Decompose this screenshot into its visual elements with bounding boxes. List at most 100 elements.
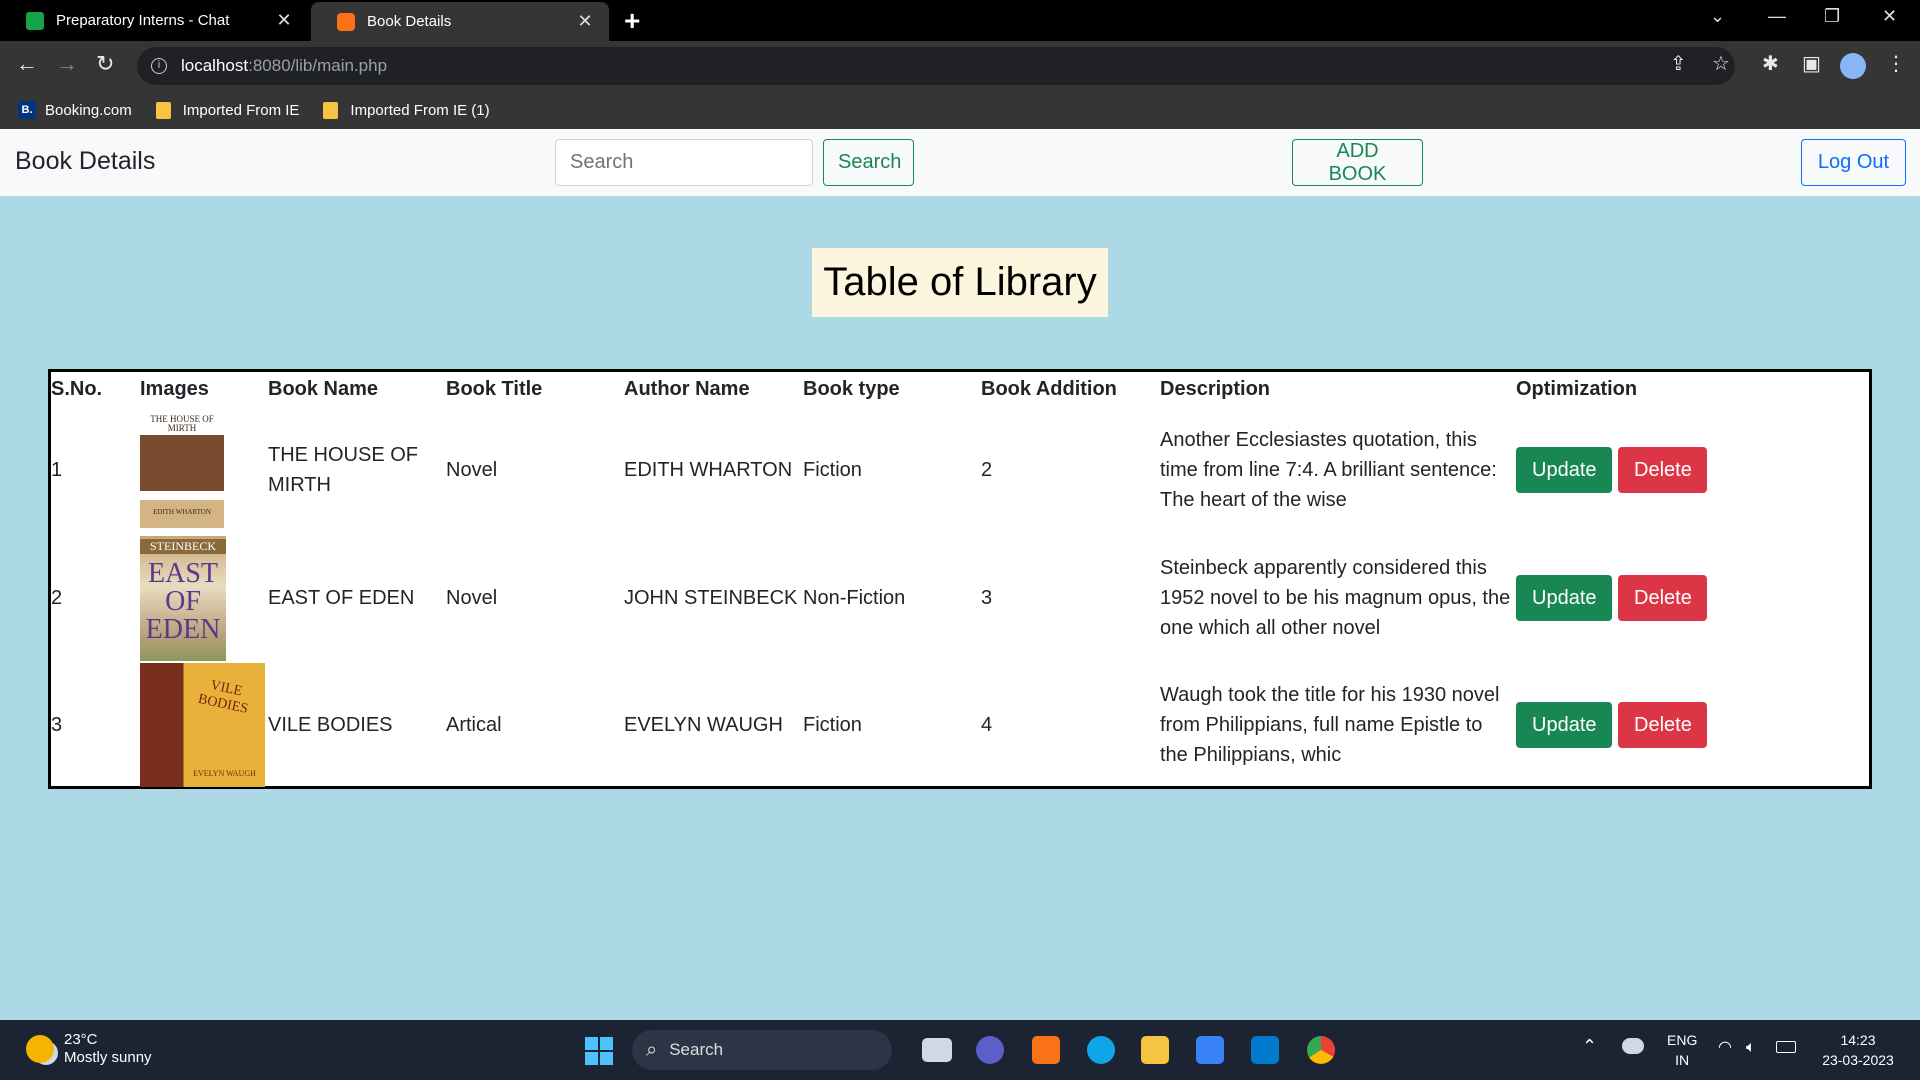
cover-author-text: EVELYN WAUGH: [193, 769, 256, 778]
language-indicator[interactable]: ENG IN: [1667, 1030, 1697, 1070]
tab-book-details[interactable]: Book Details ✕: [311, 2, 609, 41]
wifi-icon[interactable]: ◠: [1718, 1038, 1732, 1058]
table-row: 3 VILE BODIES EVELYN WAUGH VILE BODIES A…: [51, 662, 1869, 788]
add-book-button[interactable]: ADD BOOK: [1292, 139, 1423, 186]
weather-sun-icon: [26, 1035, 54, 1063]
extensions-puzzle-icon[interactable]: ✱: [1762, 51, 1779, 76]
url-bar[interactable]: i localhost:8080/lib/main.php: [137, 47, 1735, 85]
cover-author-text: EDITH WHARTON: [153, 507, 211, 516]
header-images: Images: [140, 377, 209, 400]
reload-icon[interactable]: ↻: [96, 51, 114, 77]
header-optimization: Optimization: [1516, 377, 1638, 400]
minimize-icon[interactable]: —: [1768, 6, 1786, 27]
cell-actions: Update Delete: [1516, 406, 1869, 534]
cell-author: JOHN STEINBECK: [624, 586, 798, 609]
update-button[interactable]: Update: [1516, 702, 1612, 748]
cell-actions: Update Delete: [1516, 534, 1869, 662]
back-arrow-icon[interactable]: ←: [16, 51, 38, 77]
onedrive-cloud-icon[interactable]: [1622, 1038, 1644, 1054]
cell-description: Another Ecclesiastes quotation, this tim…: [1160, 429, 1497, 511]
close-icon[interactable]: ✕: [274, 10, 294, 31]
cell-author: EDITH WHARTON: [624, 458, 793, 481]
cell-addition: 4: [981, 713, 993, 736]
tab-title: Book Details: [367, 13, 452, 30]
share-icon[interactable]: ⇪: [1670, 51, 1687, 76]
profile-avatar-icon[interactable]: [1840, 53, 1866, 79]
cell-book-title: Novel: [446, 586, 498, 609]
table-header-row: S.No. Images Book Name Book Title Author…: [51, 372, 1869, 406]
header-book-title: Book Title: [446, 377, 543, 400]
page-title: Table of Library: [812, 248, 1108, 317]
cell-type: Fiction: [803, 713, 862, 736]
cover-title-text: VILE BODIES: [196, 678, 250, 717]
weather-condition: Mostly sunny: [64, 1049, 152, 1066]
cover-title-text: THE HOUSE OF MIRTH: [150, 413, 214, 433]
mail-icon[interactable]: [1196, 1036, 1224, 1064]
chevron-up-icon[interactable]: ⌃: [1582, 1036, 1597, 1056]
table-row: 1 THE HOUSE OF MIRTH EDITH WHARTON THE H…: [51, 406, 1869, 534]
cell-author: EVELYN WAUGH: [624, 713, 783, 736]
address-toolbar: ← → ↻ i localhost:8080/lib/main.php ⇪ ☆ …: [0, 41, 1920, 91]
search-icon: ⌕: [646, 1038, 658, 1061]
region-code: IN: [1675, 1052, 1690, 1068]
close-window-icon[interactable]: ✕: [1882, 6, 1897, 27]
cell-book-name: THE HOUSE OF MIRTH: [268, 444, 419, 496]
close-icon[interactable]: ✕: [575, 11, 595, 32]
taskbar-search[interactable]: ⌕ Search: [632, 1030, 892, 1070]
header-book-name: Book Name: [268, 377, 379, 400]
update-button[interactable]: Update: [1516, 447, 1612, 493]
bookmark-booking[interactable]: B. Booking.com: [18, 101, 132, 119]
logout-button[interactable]: Log Out: [1801, 139, 1906, 186]
edge-icon[interactable]: [1087, 1036, 1115, 1064]
cell-type: Non-Fiction: [803, 586, 906, 609]
tab-title: Preparatory Interns - Chat: [56, 12, 230, 29]
chevron-down-icon[interactable]: ⌄: [1710, 6, 1725, 27]
header-description: Description: [1160, 378, 1271, 400]
cell-sno: 3: [51, 713, 63, 736]
cell-description: Waugh took the title for his 1930 novel …: [1160, 684, 1500, 766]
bookmark-star-icon[interactable]: ☆: [1712, 51, 1730, 76]
delete-button[interactable]: Delete: [1618, 702, 1707, 748]
clock-time: 14:23: [1840, 1032, 1876, 1048]
restore-icon[interactable]: ❐: [1824, 6, 1840, 27]
cell-book-name: EAST OF EDEN: [268, 586, 415, 609]
navbar-brand[interactable]: Book Details: [15, 147, 155, 176]
url-path: :8080/lib/main.php: [248, 56, 388, 75]
cell-book-name: VILE BODIES: [268, 713, 393, 736]
windows-taskbar: 23°C Mostly sunny ⌕ Search ⌃ ENG IN ◠ 🔈︎…: [0, 1020, 1920, 1080]
update-button[interactable]: Update: [1516, 575, 1612, 621]
teams-chat-icon[interactable]: [976, 1036, 1004, 1064]
booking-icon: B.: [18, 101, 36, 119]
search-button[interactable]: Search: [823, 139, 914, 186]
delete-button[interactable]: Delete: [1618, 575, 1707, 621]
search-input[interactable]: [555, 139, 813, 186]
site-info-icon[interactable]: i: [151, 58, 167, 74]
bookmark-folder-imported-ie-1[interactable]: Imported From IE (1): [323, 101, 490, 119]
kebab-menu-icon[interactable]: ⋮: [1886, 51, 1906, 76]
header-book-addition: Book Addition: [981, 377, 1117, 400]
clock[interactable]: 14:23 23-03-2023: [1818, 1030, 1898, 1070]
cover-title-text: EAST OF EDEN: [145, 557, 221, 645]
book-cover-image: VILE BODIES EVELYN WAUGH: [140, 663, 265, 787]
windows-start-icon[interactable]: [585, 1037, 613, 1065]
cell-type: Fiction: [803, 458, 862, 481]
task-view-icon[interactable]: [922, 1038, 952, 1062]
chat-icon: [26, 11, 44, 30]
new-tab-plus-icon[interactable]: +: [624, 5, 640, 37]
delete-button[interactable]: Delete: [1618, 447, 1707, 493]
cell-image: VILE BODIES EVELYN WAUGH: [140, 662, 268, 788]
side-panel-icon[interactable]: ▣: [1802, 51, 1821, 76]
header-book-type: Book type: [803, 377, 900, 400]
xampp-app-icon[interactable]: [1032, 1036, 1060, 1064]
tab-preparatory-interns-chat[interactable]: Preparatory Interns - Chat ✕: [0, 0, 308, 41]
forward-arrow-icon[interactable]: →: [56, 51, 78, 77]
chrome-icon[interactable]: [1307, 1036, 1335, 1064]
vscode-icon[interactable]: [1251, 1036, 1279, 1064]
bookmark-folder-imported-ie[interactable]: Imported From IE: [155, 101, 299, 119]
cell-sno: 2: [51, 586, 63, 609]
weather-widget[interactable]: 23°C Mostly sunny: [26, 1031, 152, 1067]
cell-actions: Update Delete: [1516, 662, 1869, 788]
volume-icon[interactable]: 🔈︎: [1746, 1038, 1756, 1058]
file-explorer-icon[interactable]: [1141, 1036, 1169, 1064]
battery-icon[interactable]: [1776, 1041, 1796, 1053]
